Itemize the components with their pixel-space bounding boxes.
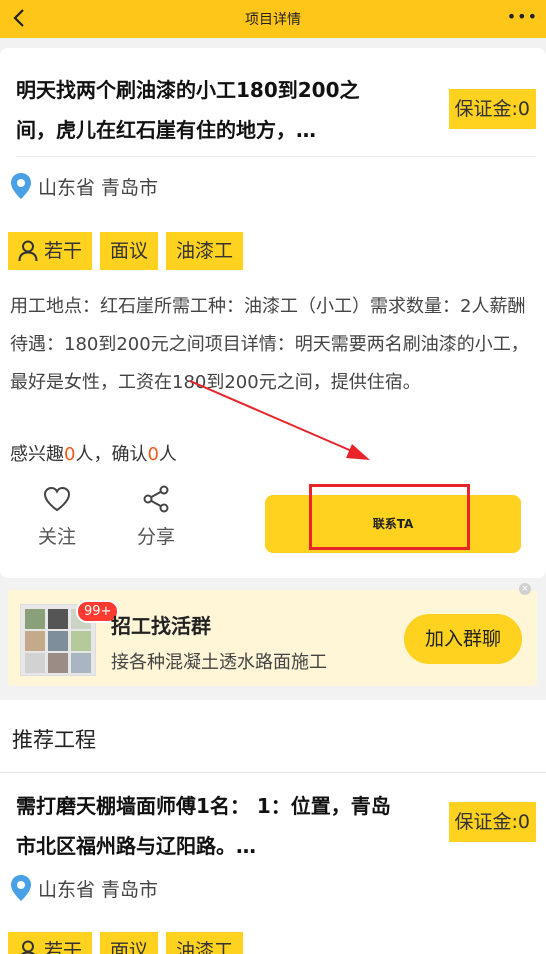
location: 山东省 青岛市 [10,874,158,902]
tag-list: 若干 面议 油漆工 [8,932,244,954]
project-title: 明天找两个刷油漆的小工180到200之间，虎儿在红石崖有住的地方，… [16,78,360,142]
interested-count: 0 [64,444,76,465]
divider [16,156,536,157]
location-pin-icon [11,173,31,199]
follow-button[interactable]: 关注 [27,484,87,549]
close-icon[interactable]: × [519,583,531,595]
location-pin-icon [11,875,31,901]
interest-mid: 人，确认 [75,444,148,465]
interest-prefix: 感兴趣 [10,444,64,465]
location-text: 山东省 青岛市 [38,878,159,901]
location-text: 山东省 青岛市 [38,176,159,199]
tag-quantity: 若干 [8,932,93,954]
share-button[interactable]: 分享 [126,484,186,549]
person-icon [18,240,38,262]
follow-label: 关注 [37,526,76,548]
person-icon [20,940,36,954]
more-icon[interactable]: ••• [507,8,538,26]
interest-suffix: 人 [158,444,177,465]
share-icon [143,485,169,513]
group-subtitle: 接各种混凝土透水路面施工 [111,652,327,673]
location: 山东省 青岛市 [10,172,158,200]
tag-salary: 面议 [100,232,159,270]
tag-trade: 油漆工 [166,232,244,270]
recommend-section: 推荐工程 需打磨天棚墙面师傅1名： 1：位置，青岛市北区福州路与辽阳路。… 保证… [0,700,546,954]
page-title: 项目详情 [245,12,301,28]
join-group-button[interactable]: 加入群聊 [404,614,522,664]
tag-salary: 面议 [100,932,159,954]
interest-stats: 感兴趣0人，确认0人 [10,440,177,466]
tag-label: 若干 [44,940,83,954]
project-description: 用工地点：红石崖所需工种：油漆工（小工）需求数量：2人薪酬待遇：180到200元… [10,296,529,393]
tag-list: 若干 面议 油漆工 [8,232,244,270]
recommend-heading: 推荐工程 [12,728,96,752]
group-banner[interactable]: 99+ 招工找活群 接各种混凝土透水路面施工 加入群聊 × [8,583,537,686]
deposit-badge: 保证金:0 [448,802,536,842]
heart-icon [43,486,71,512]
confirmed-count: 0 [147,444,159,465]
divider [0,772,546,773]
share-label: 分享 [136,526,175,548]
top-bar: 项目详情 ••• [0,0,546,38]
highlight-box [309,484,470,550]
group-name: 招工找活群 [111,614,211,638]
tag-trade: 油漆工 [166,932,244,954]
deposit-badge: 保证金:0 [448,89,536,129]
tag-label: 若干 [44,240,83,262]
recommend-title: 需打磨天棚墙面师傅1名： 1：位置，青岛市北区福州路与辽阳路。… [16,794,391,858]
tag-quantity: 若干 [8,232,93,270]
